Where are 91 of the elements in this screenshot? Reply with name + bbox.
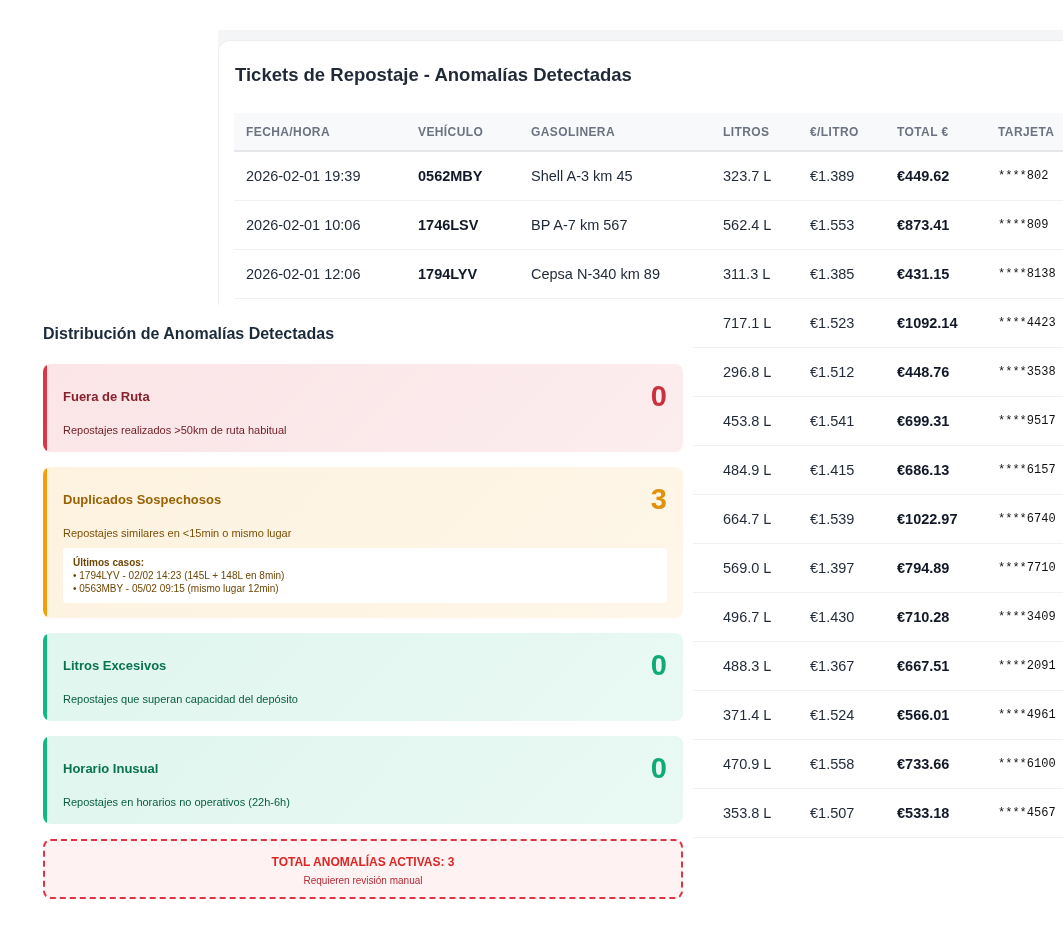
table-cell: ****4423 xyxy=(986,298,1063,348)
table-cell: €794.89 xyxy=(885,543,986,593)
recent-cases-title: Últimos casos: xyxy=(73,556,146,569)
card-title: Horario Inusual xyxy=(63,760,159,776)
table-cell: Shell A-3 km 45 xyxy=(519,151,711,201)
table-cell: €873.41 xyxy=(885,200,986,250)
card-description: Repostajes que superan capacidad del depósito xyxy=(63,692,299,706)
table-cell: 453.8 L xyxy=(711,396,798,446)
column-header: LITROS xyxy=(711,113,798,151)
table-cell: 562.4 L xyxy=(711,200,798,250)
table-cell: €1.415 xyxy=(798,445,885,495)
table-cell: 296.8 L xyxy=(711,347,798,397)
table-cell: ****7710 xyxy=(986,543,1063,593)
table-cell: 353.8 L xyxy=(711,788,798,838)
table-cell: 717.1 L xyxy=(711,298,798,348)
table-cell: €1.397 xyxy=(798,543,885,593)
case-item: • 0563MBY - 05/02 09:15 (mismo lugar 12min) xyxy=(73,583,280,595)
anomaly-count: 0 xyxy=(650,752,667,784)
table-cell: ****8138 xyxy=(986,249,1063,299)
column-header: VEHÍCULO xyxy=(406,113,519,151)
column-header: GASOLINERA xyxy=(519,113,711,151)
table-cell: €1.430 xyxy=(798,592,885,642)
table-cell: 323.7 L xyxy=(711,151,798,201)
table-cell: €667.51 xyxy=(885,641,986,691)
table-cell: 2026-02-01 10:06 xyxy=(234,200,406,250)
table-cell: €1.524 xyxy=(798,690,885,740)
anomaly-count: 0 xyxy=(650,649,667,681)
table-cell: 371.4 L xyxy=(711,690,798,740)
table-cell: €1.541 xyxy=(798,396,885,446)
table-cell: €1.367 xyxy=(798,641,885,691)
table-cell: 1794LYV xyxy=(406,249,519,299)
table-cell: 470.9 L xyxy=(711,739,798,789)
table-cell: ****4567 xyxy=(986,788,1063,838)
table-cell: €1.385 xyxy=(798,249,885,299)
table-cell: ****2091 xyxy=(986,641,1063,691)
table-cell: 0562MBY xyxy=(406,151,519,201)
table-cell: ****4961 xyxy=(986,690,1063,740)
card-description: Repostajes en horarios no operativos (22h-6h) xyxy=(63,795,291,809)
table-cell: €686.13 xyxy=(885,445,986,495)
table-cell: Cepsa N-340 km 89 xyxy=(519,249,711,299)
summary-subtitle: Requieren revisión manual xyxy=(303,874,423,887)
table-cell: 2026-02-01 12:06 xyxy=(234,249,406,299)
anomaly-count: 0 xyxy=(650,380,667,412)
summary-title: TOTAL ANOMALÍAS ACTIVAS: 3 xyxy=(271,854,455,870)
table-cell: ****3409 xyxy=(986,592,1063,642)
table-cell: ****809 xyxy=(986,200,1063,250)
table-cell: €1.507 xyxy=(798,788,885,838)
case-item: • 1794LYV - 02/02 14:23 (145L + 148L en 8min) xyxy=(73,570,286,582)
table-cell: 496.7 L xyxy=(711,592,798,642)
table-title: Tickets de Repostaje - Anomalías Detectadas xyxy=(235,64,632,86)
table-cell: €1092.14 xyxy=(885,298,986,348)
table-cell: 2026-02-01 19:39 xyxy=(234,151,406,201)
column-header: FECHA/HORA xyxy=(234,113,406,151)
column-header: €/LITRO xyxy=(798,113,885,151)
table-cell: €1022.97 xyxy=(885,494,986,544)
panel-title: Distribución de Anomalías Detectadas xyxy=(43,324,335,344)
column-header: TARJETA xyxy=(986,113,1063,151)
table-cell: €449.62 xyxy=(885,151,986,201)
table-cell: €533.18 xyxy=(885,788,986,838)
table-cell: €1.523 xyxy=(798,298,885,348)
table-cell: €448.76 xyxy=(885,347,986,397)
table-cell: €1.389 xyxy=(798,151,885,201)
table-cell: €699.31 xyxy=(885,396,986,446)
table-cell: 311.3 L xyxy=(711,249,798,299)
table-cell: ****802 xyxy=(986,151,1063,201)
card-title: Duplicados Sospechosos xyxy=(63,491,222,507)
table-cell: €431.15 xyxy=(885,249,986,299)
card-description: Repostajes similares en <15min o mismo lugar xyxy=(63,526,293,540)
table-cell: €710.28 xyxy=(885,592,986,642)
table-cell: 569.0 L xyxy=(711,543,798,593)
table-cell: €733.66 xyxy=(885,739,986,789)
table-cell: 664.7 L xyxy=(711,494,798,544)
table-cell: 484.9 L xyxy=(711,445,798,495)
table-cell: ****3538 xyxy=(986,347,1063,397)
column-header: TOTAL € xyxy=(885,113,986,151)
table-cell: ****6740 xyxy=(986,494,1063,544)
table-cell: ****6100 xyxy=(986,739,1063,789)
card-title: Fuera de Ruta xyxy=(63,388,150,404)
card-description: Repostajes realizados >50km de ruta habitual xyxy=(63,423,288,437)
card-title: Litros Excesivos xyxy=(63,657,167,673)
table-cell: €1.558 xyxy=(798,739,885,789)
table-cell: ****6157 xyxy=(986,445,1063,495)
table-cell: ****9517 xyxy=(986,396,1063,446)
table-cell: €1.553 xyxy=(798,200,885,250)
table-cell: 488.3 L xyxy=(711,641,798,691)
table-cell: €1.539 xyxy=(798,494,885,544)
table-cell: 1746LSV xyxy=(406,200,519,250)
anomaly-count: 3 xyxy=(650,483,667,515)
table-cell: BP A-7 km 567 xyxy=(519,200,711,250)
table-cell: €566.01 xyxy=(885,690,986,740)
table-cell: €1.512 xyxy=(798,347,885,397)
